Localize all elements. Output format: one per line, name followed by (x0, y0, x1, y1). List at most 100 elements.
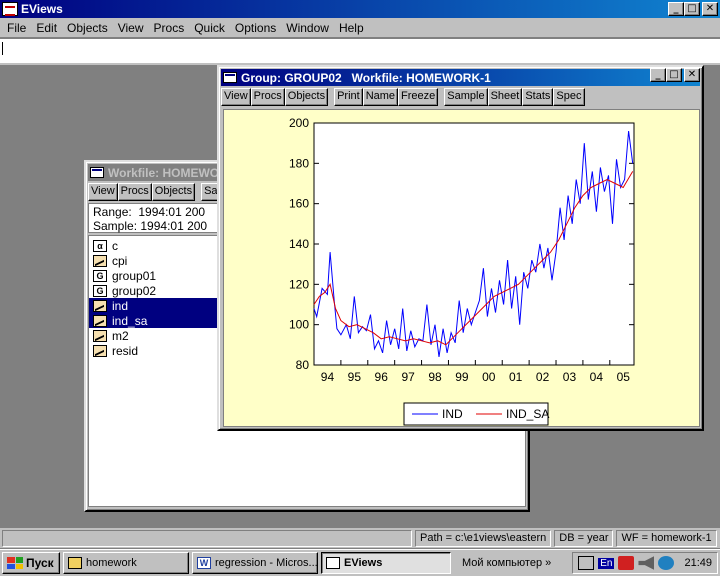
y-tick-label: 100 (289, 318, 309, 332)
series-icon (93, 344, 107, 357)
group-titlebar[interactable]: Group: GROUP02 Workfile: HOMEWORK-1 _ □ … (221, 68, 700, 86)
wf-procs-button[interactable]: Procs (117, 183, 152, 201)
grp-print-button[interactable]: Print (334, 88, 363, 106)
x-tick-label: 97 (401, 370, 415, 384)
clock[interactable]: 21:49 (684, 557, 712, 569)
workfile-icon (90, 167, 104, 178)
volume-icon[interactable] (638, 556, 655, 570)
grp-name-button[interactable]: Name (362, 88, 399, 106)
menu-help[interactable]: Help (334, 21, 369, 35)
minimize-button[interactable]: _ (668, 2, 684, 16)
grp-freeze-button[interactable]: Freeze (398, 88, 439, 106)
command-window[interactable] (0, 39, 720, 65)
status-wf: WF = homework-1 (616, 529, 717, 547)
wf-objects-button[interactable]: Objects (151, 183, 196, 201)
eviews-icon (326, 557, 340, 569)
menu-view[interactable]: View (113, 21, 149, 35)
y-tick-label: 180 (289, 156, 309, 170)
wf-view-button[interactable]: View (88, 183, 118, 201)
status-bar: Path = c:\e1views\eastern DB = year WF =… (0, 528, 720, 548)
my-computer-toolbar[interactable]: Мой компьютер (462, 557, 542, 569)
y-tick-label: 120 (289, 277, 309, 291)
grp-view-button[interactable]: View (221, 88, 251, 106)
menu-procs[interactable]: Procs (149, 21, 190, 35)
group-icon (223, 72, 237, 83)
folder-icon (68, 557, 82, 569)
eviews-app-icon (2, 2, 18, 16)
task-homework[interactable]: homework (63, 552, 189, 574)
x-tick-label: 96 (375, 370, 389, 384)
grp-sample-button[interactable]: Sample (444, 88, 488, 106)
object-name: cpi (112, 253, 128, 268)
series-icon (93, 299, 107, 312)
object-name: ind_sa (112, 313, 148, 328)
menu-options[interactable]: Options (230, 21, 281, 35)
object-name: ind (112, 298, 129, 313)
object-name: m2 (112, 328, 129, 343)
menu-objects[interactable]: Objects (62, 21, 113, 35)
menu-window[interactable]: Window (281, 21, 334, 35)
plot-area (313, 122, 635, 366)
status-message (2, 529, 412, 547)
line-chart: 80 100 120 140 160 180 200 94 95 96 97 98 99 00 01 02 03… (289, 116, 635, 426)
x-tick-label: 04 (590, 370, 604, 384)
x-tick-label: 98 (428, 370, 442, 384)
network-icon[interactable] (618, 556, 635, 570)
y-tick-label: 160 (289, 197, 309, 211)
y-tick-label: 140 (289, 237, 309, 251)
group-minimize-button[interactable]: _ (650, 68, 666, 82)
status-path: Path = c:\e1views\eastern (415, 529, 552, 547)
x-tick-label: 94 (321, 370, 335, 384)
menu-quick[interactable]: Quick (189, 21, 230, 35)
group-icon: G (93, 284, 107, 297)
grp-spec-button[interactable]: Spec (553, 88, 585, 106)
range-label: Range: (93, 205, 132, 219)
object-name: c (112, 238, 118, 253)
group-icon: G (93, 269, 107, 282)
series-icon (93, 314, 107, 327)
object-name: group02 (112, 283, 157, 298)
taskbar: Пуск homework W regression - Micros... E… (0, 549, 720, 576)
x-tick-label: 03 (563, 370, 577, 384)
close-button[interactable]: ✕ (702, 2, 718, 16)
chart-area: 80 100 120 140 160 180 200 94 95 96 97 98 99 00 01 02 03… (223, 109, 700, 427)
app-title: EViews (21, 2, 63, 16)
start-button[interactable]: Пуск (2, 552, 60, 574)
task-regression[interactable]: W regression - Micros... (192, 552, 318, 574)
menu-edit[interactable]: Edit (31, 21, 62, 35)
group-title: Group: GROUP02 Workfile: HOMEWORK-1 (241, 70, 491, 85)
grp-stats-button[interactable]: Stats (522, 88, 554, 106)
group-close-button[interactable]: ✕ (684, 68, 700, 82)
group-maximize-button[interactable]: □ (666, 68, 682, 82)
grp-objects-button[interactable]: Objects (284, 88, 329, 106)
x-tick-label: 01 (509, 370, 523, 384)
menu-bar: File Edit Objects View Procs Quick Optio… (0, 18, 720, 38)
grp-sheet-button[interactable]: Sheet (487, 88, 523, 106)
text-caret (2, 42, 3, 55)
y-tick-label: 200 (289, 116, 309, 130)
range-value: 1994:01 200 (138, 205, 206, 219)
language-indicator[interactable]: En (598, 557, 615, 569)
toolbar-chevron-icon[interactable]: » (545, 557, 551, 569)
x-tick-label: 05 (617, 370, 631, 384)
group-toolbar: View Procs Objects Print Name Freeze Sam… (221, 88, 700, 106)
legend-label: IND_SA (506, 407, 549, 421)
x-tick-label: 02 (536, 370, 550, 384)
task-regression-label: regression - Micros... (215, 557, 318, 569)
coef-icon: α (93, 239, 107, 252)
x-tick-label: 99 (455, 370, 469, 384)
task-eviews[interactable]: EViews (321, 552, 451, 574)
monitor-icon[interactable] (578, 556, 595, 570)
grp-procs-button[interactable]: Procs (250, 88, 285, 106)
menu-file[interactable]: File (2, 21, 31, 35)
sample-label: Sample: (93, 219, 138, 233)
task-eviews-label: EViews (344, 557, 383, 569)
sample-value: 1994:01 200 (140, 219, 208, 233)
start-label: Пуск (26, 556, 54, 570)
maximize-button[interactable]: □ (684, 2, 700, 16)
status-db: DB = year (554, 529, 614, 547)
workfile-title: Workfile: HOMEWO (108, 165, 220, 180)
object-name: resid (112, 343, 139, 358)
group-window[interactable]: Group: GROUP02 Workfile: HOMEWORK-1 _ □ … (217, 65, 704, 431)
tray-app-icon[interactable] (658, 556, 675, 570)
